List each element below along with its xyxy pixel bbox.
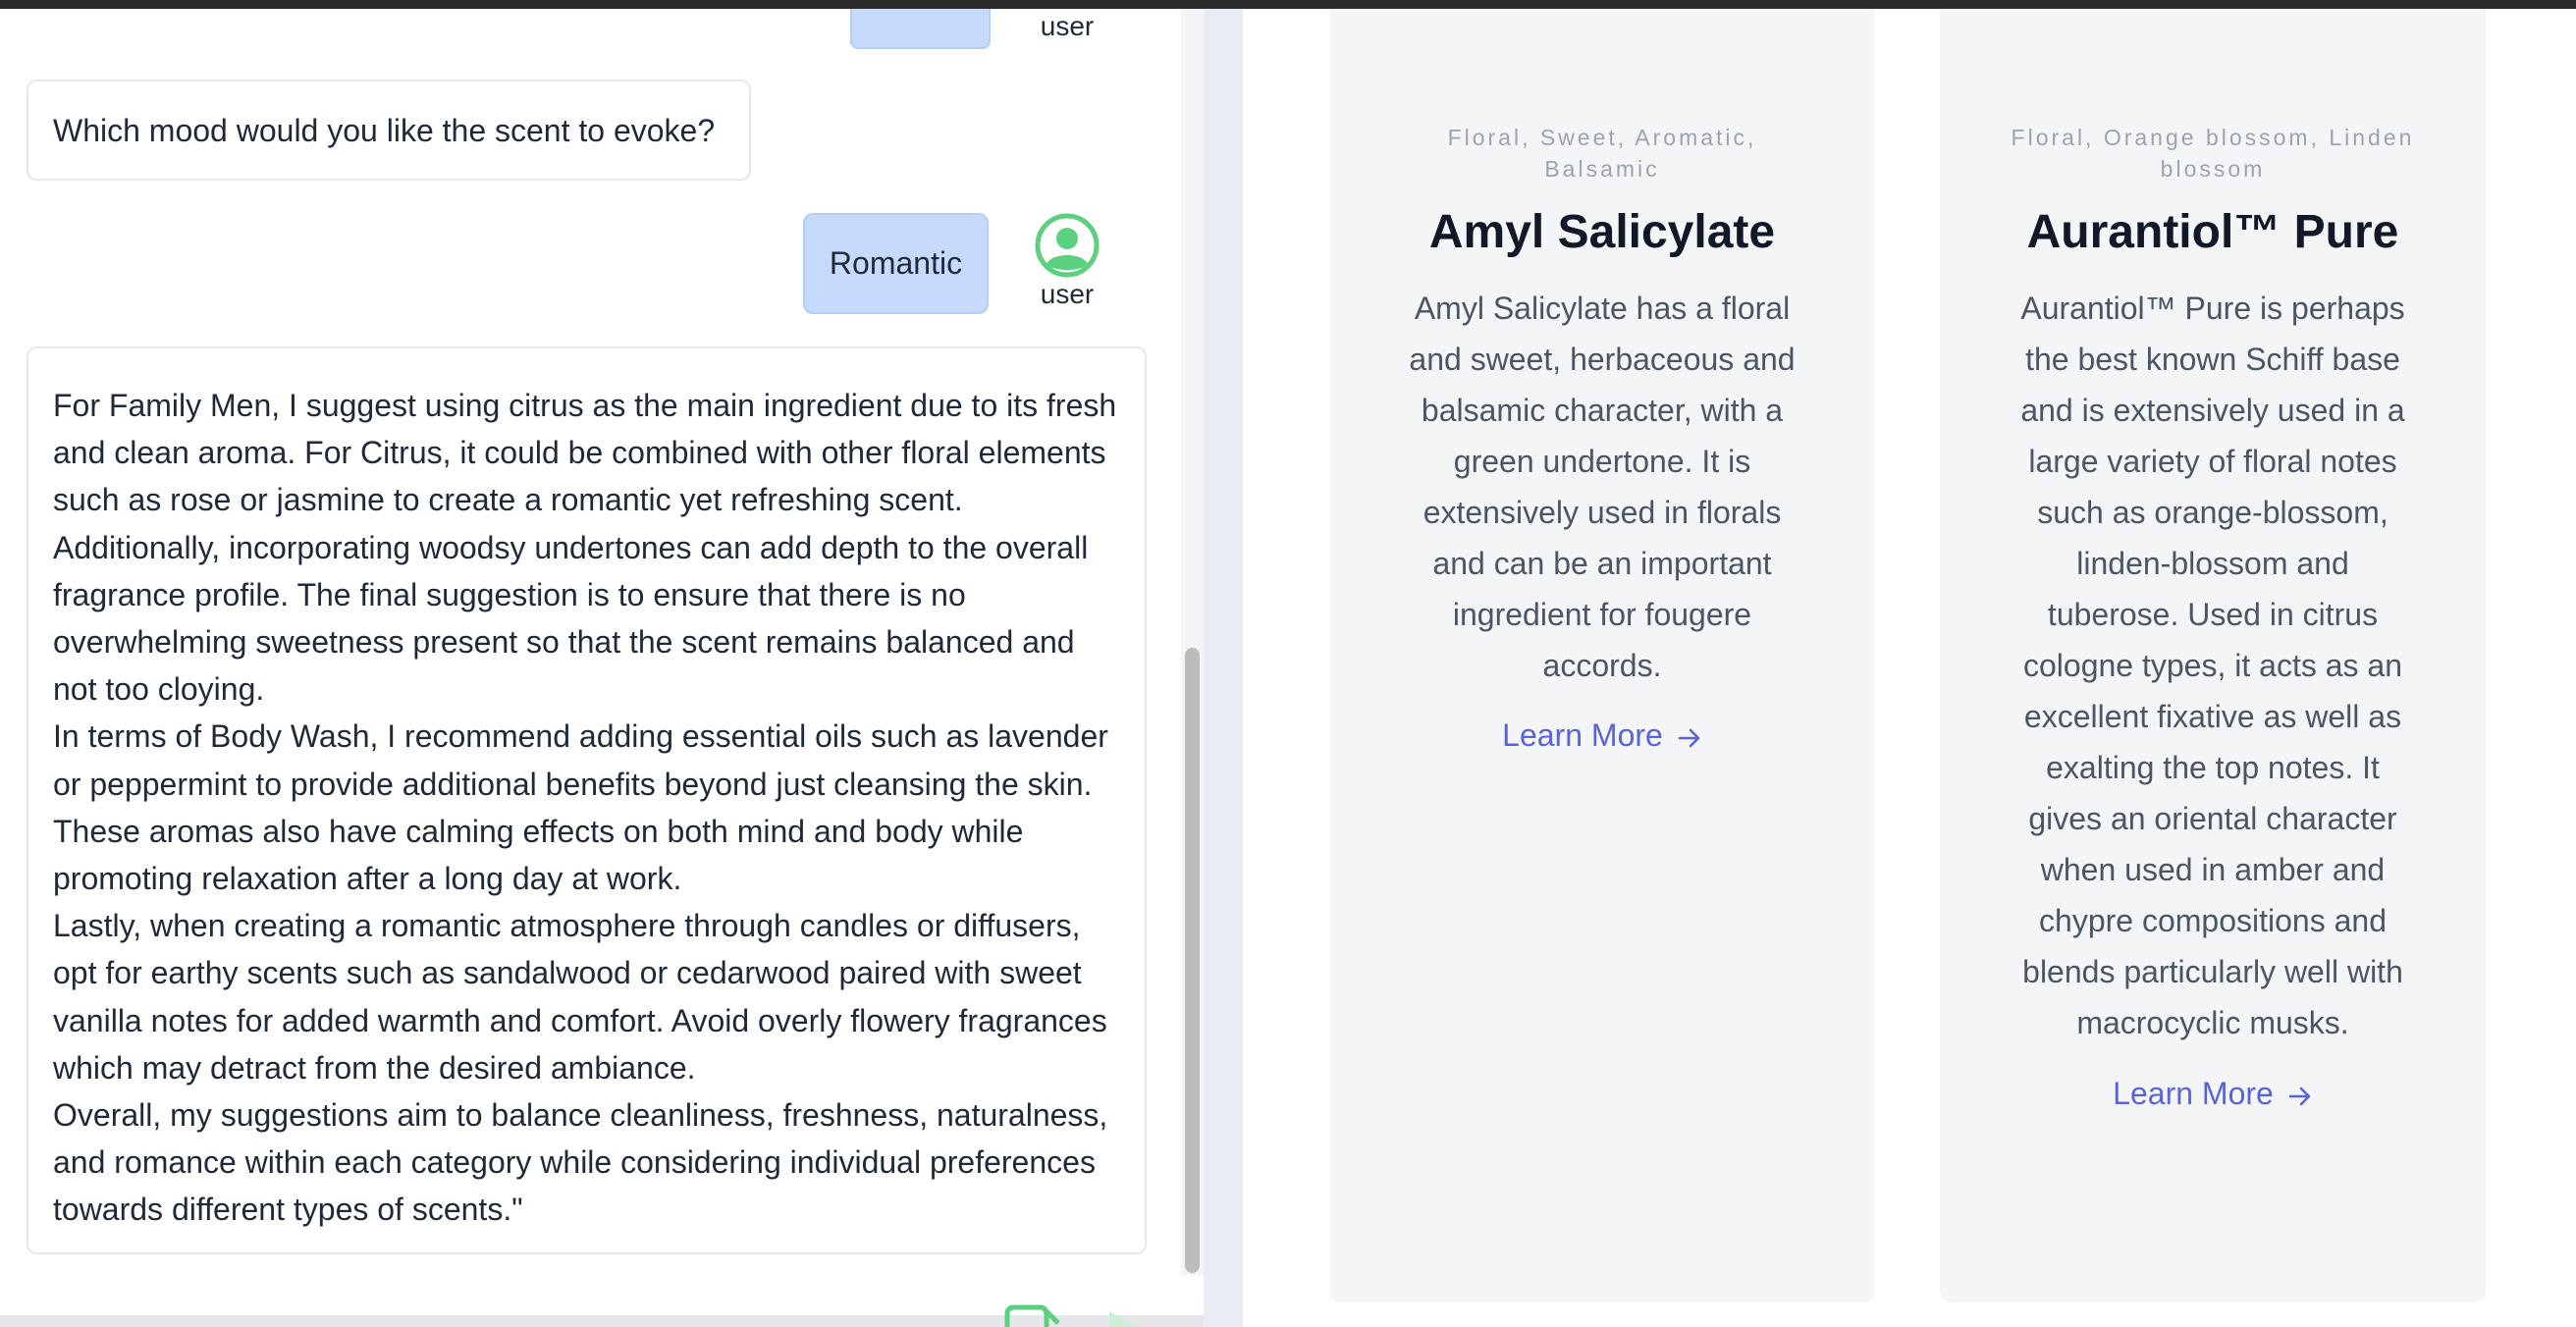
- bot-reply-bubble: For Family Men, I suggest using citrus a…: [27, 346, 1147, 1254]
- ingredient-panel: Floral, Sweet, Aromatic, Balsamic Amyl S…: [1243, 9, 2576, 1327]
- card-description: Aurantiol™ Pure is perhaps the best know…: [2020, 291, 2405, 1040]
- user-avatar-icon: [1035, 213, 1100, 278]
- user-label: user: [1040, 11, 1095, 41]
- chat-panel: user Which mood would you like the scent…: [0, 9, 1178, 1315]
- user-message-bubble: Romantic: [803, 213, 989, 314]
- ingredient-card: Floral, Orange blossom, Linden blossom A…: [1940, 9, 2486, 1302]
- learn-more-link[interactable]: Learn More: [1940, 1074, 2486, 1113]
- window-top-edge: [0, 0, 2576, 9]
- arrow-right-icon: [1678, 728, 1700, 747]
- chat-scrollbar-thumb[interactable]: [1185, 648, 1200, 1273]
- bot-reply-paragraph: Lastly, when creating a romantic atmosph…: [53, 908, 1107, 1086]
- card-title: Aurantiol™ Pure: [2026, 206, 2399, 258]
- arrow-right-icon: [2288, 1087, 2311, 1105]
- card-tags: Floral, Sweet, Aromatic, Balsamic: [1447, 125, 1757, 182]
- bot-reply-paragraph: In terms of Body Wash, I recommend addin…: [53, 718, 1108, 897]
- panel-divider: [1204, 9, 1243, 1327]
- bot-question-bubble: Which mood would you like the scent to e…: [27, 80, 751, 181]
- bot-reply-paragraph: For Family Men, I suggest using citrus a…: [53, 388, 1117, 708]
- ingredient-card: Floral, Sweet, Aromatic, Balsamic Amyl S…: [1329, 9, 1875, 1302]
- card-tags: Floral, Orange blossom, Linden blossom: [2011, 125, 2415, 182]
- user-label: user: [1040, 279, 1095, 309]
- bot-reply-paragraph: Overall, my suggestions aim to balance c…: [53, 1097, 1108, 1228]
- user-message-bubble-previous: [850, 9, 991, 49]
- learn-more-link[interactable]: Learn More: [1329, 716, 1875, 755]
- learn-more-label: Learn More: [2113, 1076, 2274, 1111]
- card-title: Amyl Salicylate: [1428, 206, 1776, 258]
- send-icon[interactable]: [1001, 1303, 1139, 1327]
- learn-more-label: Learn More: [1502, 717, 1663, 753]
- card-description: Amyl Salicylate has a floral and sweet, …: [1409, 291, 1796, 683]
